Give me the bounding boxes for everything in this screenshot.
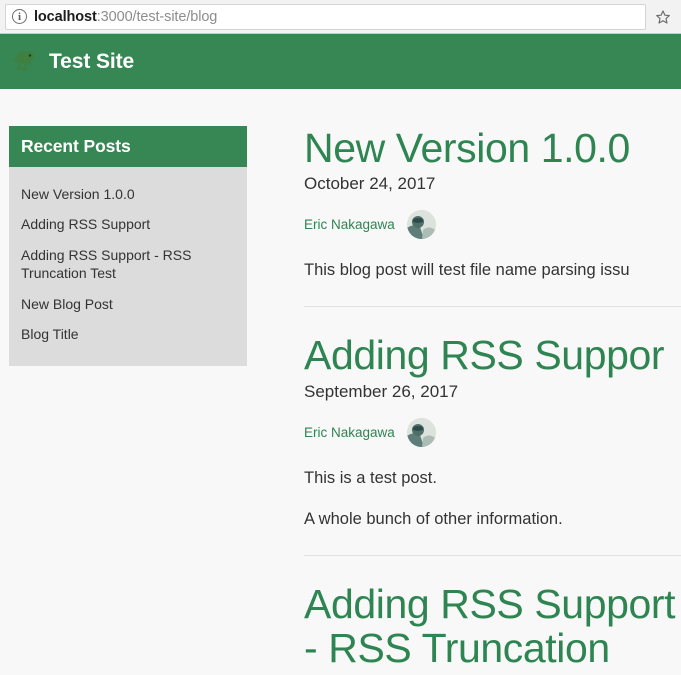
site-info-icon[interactable]: i bbox=[12, 9, 27, 24]
sidebar-item-rss-truncation-test[interactable]: Adding RSS Support - RSS Truncation Test bbox=[9, 240, 247, 289]
url-host: localhost bbox=[34, 8, 97, 25]
star-icon[interactable] bbox=[650, 4, 676, 30]
post-date: October 24, 2017 bbox=[304, 174, 436, 194]
sidebar-item-adding-rss-support[interactable]: Adding RSS Support bbox=[9, 209, 247, 239]
address-bar[interactable]: i localhost:3000/test-site/blog bbox=[5, 3, 646, 30]
recent-posts-sidebar: Recent Posts New Version 1.0.0 Adding RS… bbox=[9, 126, 247, 366]
sidebar-item-new-version[interactable]: New Version 1.0.0 bbox=[9, 179, 247, 209]
blog-post-list: New Version 1.0.0 October 24, 2017 Eric … bbox=[247, 126, 681, 675]
blog-post: Adding RSS Suppor September 26, 2017 Eri… bbox=[304, 333, 681, 532]
url-path: :3000/test-site/blog bbox=[96, 8, 218, 25]
post-paragraph: This is a test post. bbox=[304, 468, 437, 487]
post-author-name[interactable]: Eric Nakagawa bbox=[304, 217, 395, 232]
site-title[interactable]: Test Site bbox=[49, 50, 134, 74]
sidebar-title: Recent Posts bbox=[9, 126, 247, 167]
post-paragraph: This blog post will test file name parsi… bbox=[304, 261, 630, 280]
post-divider bbox=[304, 306, 681, 308]
post-author-row: Eric Nakagawa bbox=[304, 210, 681, 240]
dinosaur-logo-icon[interactable] bbox=[9, 46, 39, 78]
blog-post: New Version 1.0.0 October 24, 2017 Eric … bbox=[304, 126, 681, 284]
author-avatar bbox=[406, 417, 436, 447]
sidebar-list: New Version 1.0.0 Adding RSS Support Add… bbox=[9, 167, 247, 366]
browser-chrome: i localhost:3000/test-site/blog bbox=[0, 0, 681, 34]
blog-post: Adding RSS Support - RSS Truncation Test bbox=[304, 581, 681, 675]
sidebar-item-new-blog-post[interactable]: New Blog Post bbox=[9, 289, 247, 319]
sidebar-item-blog-title[interactable]: Blog Title bbox=[9, 319, 247, 349]
site-header: Test Site bbox=[0, 34, 681, 89]
post-body: This is a test post. A whole bunch of ot… bbox=[304, 469, 681, 529]
post-title[interactable]: New Version 1.0.0 bbox=[304, 126, 681, 170]
post-author-row: Eric Nakagawa bbox=[304, 417, 681, 447]
author-avatar bbox=[406, 210, 436, 240]
post-date: September 26, 2017 bbox=[304, 381, 459, 401]
post-divider bbox=[304, 554, 681, 556]
post-title[interactable]: Adding RSS Suppor bbox=[304, 333, 681, 378]
address-bar-url: localhost:3000/test-site/blog bbox=[34, 9, 217, 25]
post-title[interactable]: Adding RSS Support - RSS Truncation Test bbox=[304, 581, 681, 675]
post-paragraph: A whole bunch of other information. bbox=[304, 509, 563, 528]
page-body: Recent Posts New Version 1.0.0 Adding RS… bbox=[0, 89, 681, 675]
post-author-name[interactable]: Eric Nakagawa bbox=[304, 425, 395, 440]
post-body: This blog post will test file name parsi… bbox=[304, 261, 681, 280]
